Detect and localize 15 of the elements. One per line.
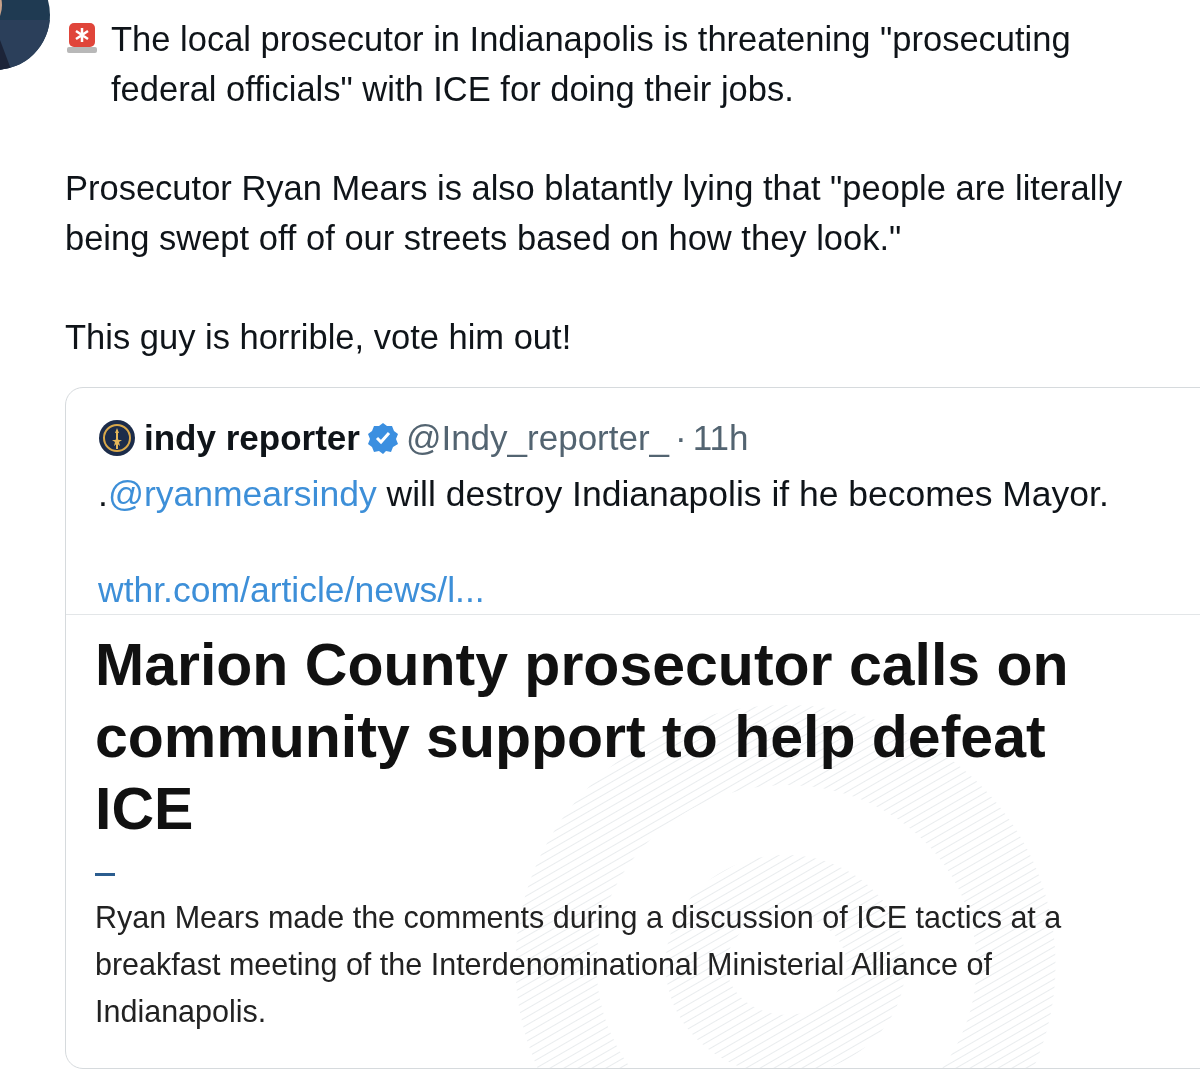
siren-icon <box>65 21 99 55</box>
separator-dot: · <box>675 417 687 459</box>
post-time: 11h <box>692 417 749 459</box>
mention-link[interactable]: @ryanmearsindy <box>107 474 377 514</box>
article-link[interactable]: wthr.com/article/news/l... <box>98 568 485 612</box>
post-text: The local prosecutor in Indianapolis is threatening "prosecuting federal officials" with ICE for doing their jobs. <box>111 19 1072 110</box>
author-handle[interactable]: @Indy_reporter_ <box>405 416 670 460</box>
torch-logo-icon <box>98 419 136 457</box>
post-text: Prosecutor Ryan Mears is also blatantly lying that "people are literally being swept off of our streets based on how they look." <box>65 169 1123 257</box>
quoted-post-text: .@ryanmearsindy will destroy Indianapolis if he becomes Mayor. <box>98 473 1110 516</box>
article-summary: Ryan Mears made the comments during a discussion of ICE tactics at a breakfast meeting of the Interdenominational Ministerial Alliance of Indianapolis. <box>95 899 1063 1031</box>
quoted-post-card[interactable] <box>65 387 1200 1069</box>
author-name[interactable]: indy reporter <box>144 416 360 460</box>
post-text: This guy is horrible, vote him out! <box>65 318 572 356</box>
article-title[interactable]: Marion County prosecutor calls on community support to help defeat ICE <box>95 629 1105 845</box>
